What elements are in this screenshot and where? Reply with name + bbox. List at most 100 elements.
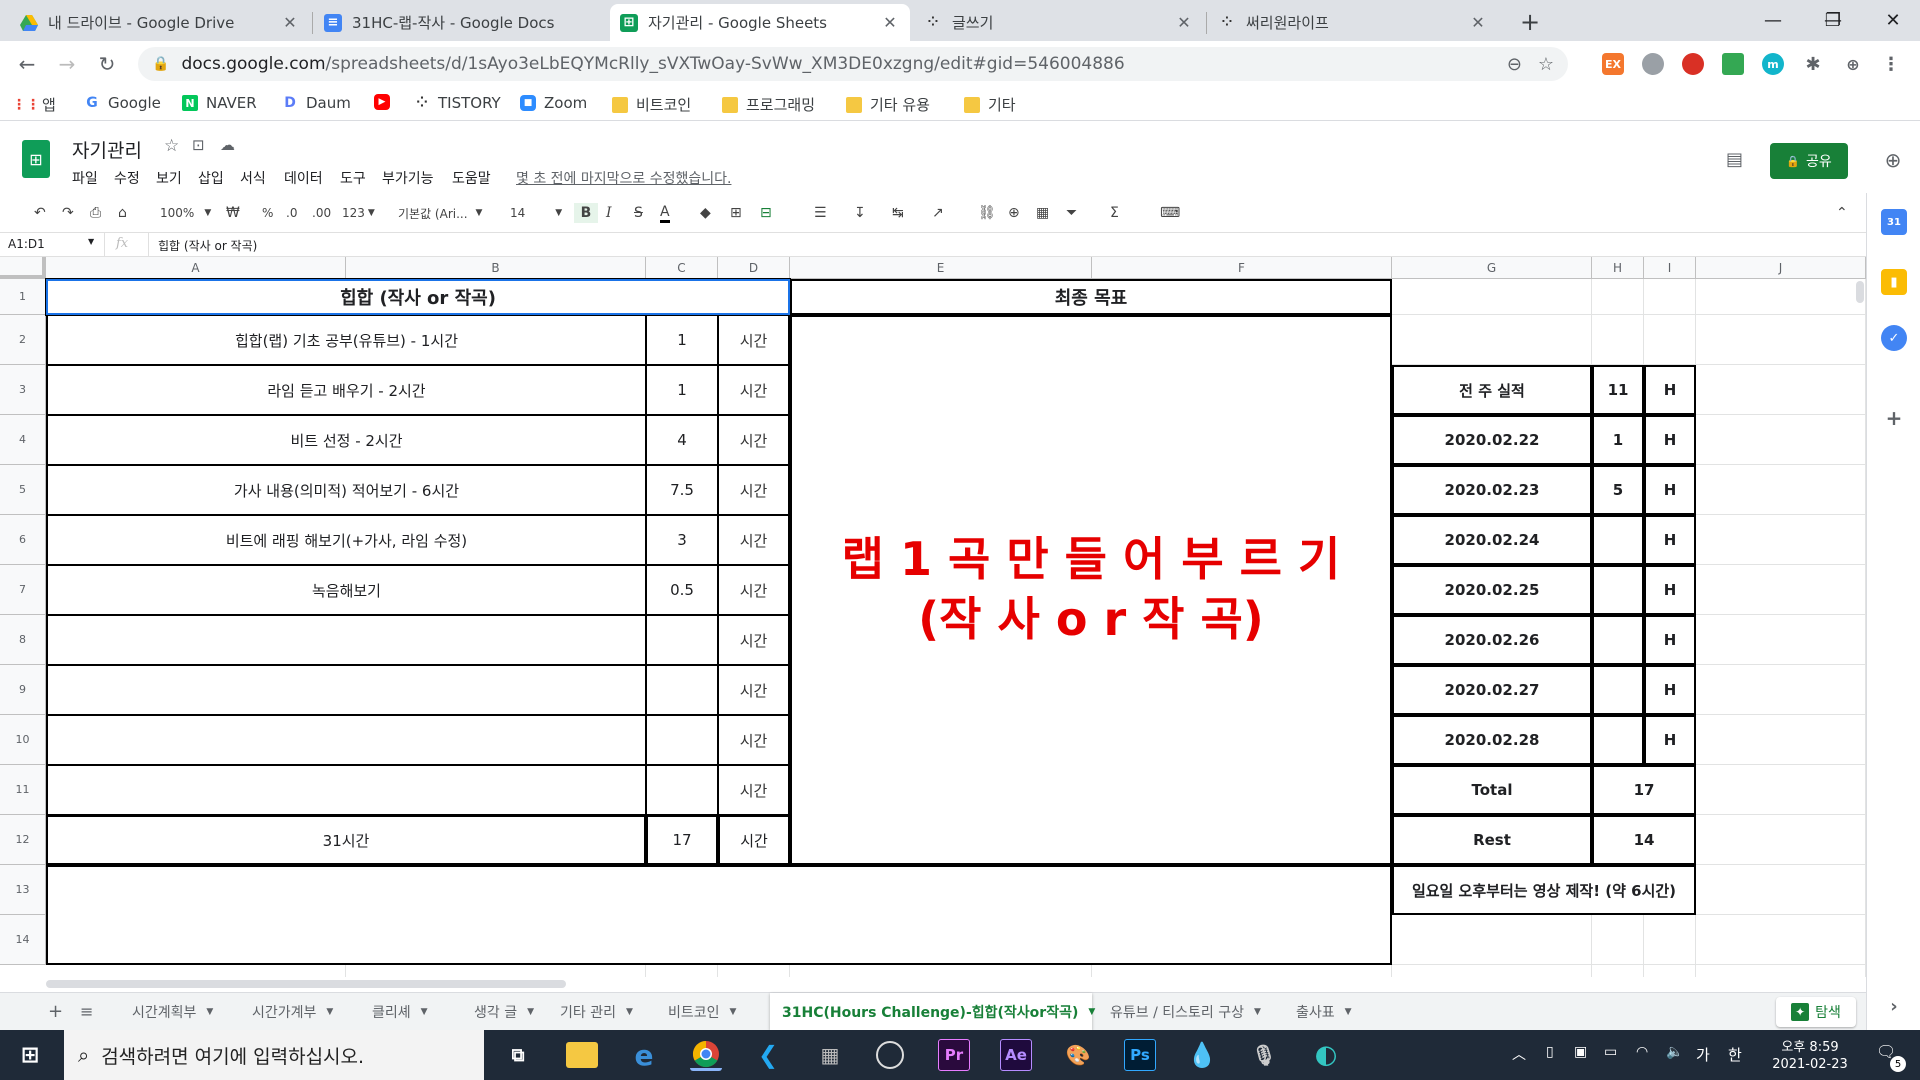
maximize-window-icon[interactable]: ❐ <box>1810 0 1856 40</box>
move-folder-icon[interactable]: ⊡ <box>192 136 205 154</box>
extensions-puzzle-icon[interactable]: ✱ <box>1802 53 1824 75</box>
calendar-icon[interactable]: 31 <box>1881 209 1907 235</box>
expand-panel-icon[interactable]: › <box>1881 993 1907 1019</box>
sheet-tab-3[interactable]: 클리셰 ▼ <box>360 993 456 1030</box>
formula-input[interactable]: 힙합 (작사 or 작곡) <box>158 237 257 254</box>
percent-format-button[interactable]: % <box>262 203 273 223</box>
task-unit-cell[interactable]: 시간 <box>718 315 790 365</box>
log-value-cell[interactable] <box>1592 515 1644 565</box>
bookmark-naver[interactable]: N NAVER <box>182 94 257 112</box>
row-header-8[interactable]: 8 <box>0 615 46 665</box>
italic-button[interactable]: I <box>606 203 612 223</box>
zoom-icon[interactable]: ⊖ <box>1507 54 1522 75</box>
chevron-down-icon[interactable]: ▼ <box>206 1007 213 1017</box>
bookmark-apps[interactable]: ⋮⋮ 앱 <box>12 94 56 115</box>
row-header-6[interactable]: 6 <box>0 515 46 565</box>
sheet-tab-2[interactable]: 시간가계부 ▼ <box>240 993 354 1030</box>
task-unit-cell[interactable]: 시간 <box>718 615 790 665</box>
close-window-icon[interactable]: ✕ <box>1870 0 1916 40</box>
column-header-h[interactable]: H <box>1592 257 1644 279</box>
address-bar[interactable]: 🔒 docs.google.com/spreadsheets/d/1sAyo3e… <box>138 47 1568 81</box>
tray-usb-icon[interactable]: ▯ <box>1546 1044 1554 1060</box>
task-name-cell[interactable] <box>46 765 646 815</box>
microphone-icon[interactable]: 🎙 <box>1248 1039 1280 1071</box>
browser-tab-sheets[interactable]: ⊞ 자기관리 - Google Sheets ✕ <box>610 4 910 41</box>
header-cell-final-goal[interactable]: 최종 목표 <box>790 279 1392 315</box>
rest-value-cell[interactable]: 14 <box>1592 815 1696 865</box>
row-header-5[interactable]: 5 <box>0 465 46 515</box>
total-hours-unit-cell[interactable]: 시간 <box>718 815 790 865</box>
row-header-14[interactable]: 14 <box>0 915 46 965</box>
task-unit-cell[interactable]: 시간 <box>718 665 790 715</box>
name-box[interactable]: A1:D1 ▼ <box>8 237 98 251</box>
log-unit-cell[interactable]: H <box>1644 665 1696 715</box>
functions-icon[interactable]: Σ <box>1110 203 1119 223</box>
all-sheets-list-icon[interactable]: ≡ <box>80 993 93 1030</box>
undo-icon[interactable]: ↶ <box>34 203 46 223</box>
task-name-cell[interactable]: 라임 듣고 배우기 - 2시간 <box>46 365 646 415</box>
extension-green-icon[interactable] <box>1722 53 1744 75</box>
task-unit-cell[interactable]: 시간 <box>718 715 790 765</box>
row-header-13[interactable]: 13 <box>0 865 46 915</box>
log-unit-cell[interactable]: H <box>1644 415 1696 465</box>
spreadsheet-grid[interactable]: ABCDEFGHIJ 1 2 3 4 5 6 7 8 9 10 11 12 13 14 힙합 (작사 or… <box>0 257 1866 977</box>
align-vertical-icon[interactable]: ↧ <box>854 203 866 223</box>
font-size-select[interactable]: 14 ▼ <box>510 203 562 223</box>
comments-icon[interactable]: ▤ <box>1726 149 1743 170</box>
sheet-tab-9[interactable]: 출사표 ▼ <box>1284 993 1368 1030</box>
extension-red-icon[interactable] <box>1682 53 1704 75</box>
task-unit-cell[interactable]: 시간 <box>718 565 790 615</box>
app-icon[interactable]: 💧 <box>1186 1039 1218 1071</box>
log-date-cell[interactable]: 2020.02.25 <box>1392 565 1592 615</box>
currency-format-button[interactable]: ₩ <box>226 203 240 223</box>
add-sheet-button[interactable]: + <box>48 993 63 1030</box>
task-name-cell[interactable]: 힙합(랩) 기초 공부(유튜브) - 1시간 <box>46 315 646 365</box>
chevron-down-icon[interactable]: ▼ <box>527 1007 534 1017</box>
premiere-icon[interactable]: Pr <box>938 1039 970 1071</box>
row-header-9[interactable]: 9 <box>0 665 46 715</box>
log-unit-cell[interactable]: H <box>1644 715 1696 765</box>
horizontal-scrollbar-thumb[interactable] <box>46 980 566 988</box>
task-view-icon[interactable]: ⧉ <box>502 1039 534 1071</box>
taskbar-search-box[interactable]: ⌕ 검색하려면 여기에 입력하십시오. <box>64 1030 484 1080</box>
select-all-corner[interactable] <box>0 257 46 279</box>
battery-icon[interactable]: ▭ <box>1604 1044 1617 1060</box>
forward-arrow-icon[interactable]: → <box>52 49 82 79</box>
menu-data[interactable]: 데이터 <box>284 168 323 188</box>
note-cell[interactable]: 일요일 오후부터는 영상 제작! (약 6시간) <box>1392 865 1696 915</box>
align-horizontal-icon[interactable]: ☰ <box>814 203 827 223</box>
document-title[interactable]: 자기관리 <box>72 136 142 163</box>
redo-icon[interactable]: ↷ <box>62 203 74 223</box>
column-header-j[interactable]: J <box>1696 257 1866 279</box>
wifi-icon[interactable]: ◠ <box>1636 1044 1648 1060</box>
text-color-button[interactable]: A <box>660 203 670 223</box>
task-hours-cell[interactable]: 4 <box>646 415 718 465</box>
profile-icon[interactable]: ⊕ <box>1842 53 1864 75</box>
text-wrap-icon[interactable]: ↹ <box>892 203 904 223</box>
task-hours-cell[interactable]: 1 <box>646 315 718 365</box>
chevron-down-icon[interactable]: ▼ <box>326 1007 333 1017</box>
collapse-toolbar-icon[interactable]: ⌃ <box>1836 203 1848 223</box>
bookmark-zoom[interactable]: ■ Zoom <box>520 94 587 112</box>
vertical-scrollbar-thumb[interactable] <box>1856 281 1864 303</box>
row-header-11[interactable]: 11 <box>0 765 46 815</box>
weekly-log-header-label[interactable]: 전 주 실적 <box>1392 365 1592 415</box>
chrome-menu-icon[interactable]: ⋮ <box>1880 53 1902 75</box>
menu-tools[interactable]: 도구 <box>340 168 366 188</box>
tray-meet-icon[interactable]: ▣ <box>1574 1044 1587 1060</box>
weekly-log-header-unit[interactable]: H <box>1644 365 1696 415</box>
log-date-cell[interactable]: 2020.02.24 <box>1392 515 1592 565</box>
share-button[interactable]: 🔒 공유 <box>1770 143 1848 179</box>
menu-insert[interactable]: 삽입 <box>198 168 224 188</box>
merge-cells-icon[interactable]: ⊟ <box>760 203 772 223</box>
bookmark-youtube[interactable]: ▶ <box>374 94 398 110</box>
chevron-down-icon[interactable]: ▼ <box>730 1007 737 1017</box>
extension-ex-icon[interactable]: EX <box>1602 53 1624 75</box>
row-header-4[interactable]: 4 <box>0 415 46 465</box>
cloud-status-icon[interactable]: ☁ <box>220 136 235 154</box>
task-hours-cell[interactable] <box>646 765 718 815</box>
total-label-cell[interactable]: Total <box>1392 765 1592 815</box>
sheet-tab-1[interactable]: 시간계획부 ▼ <box>120 993 234 1030</box>
task-hours-cell[interactable]: 0.5 <box>646 565 718 615</box>
chevron-down-icon[interactable]: ▼ <box>421 1007 428 1017</box>
